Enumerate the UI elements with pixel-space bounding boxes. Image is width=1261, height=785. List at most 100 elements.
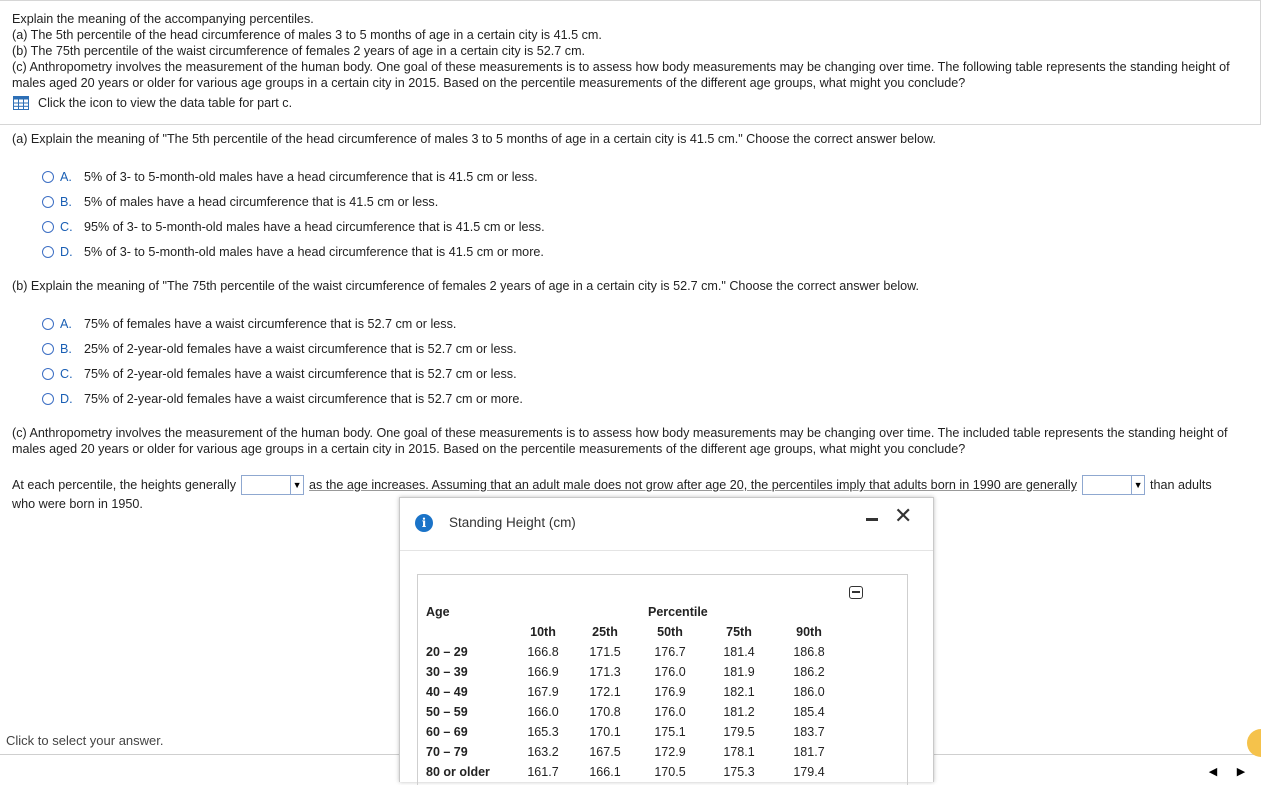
radio-button[interactable] [42, 393, 54, 405]
table-cell: 186.0 [793, 685, 825, 699]
table-cell: 170.1 [589, 725, 621, 739]
option-text: 5% of 3- to 5-month-old males have a hea… [84, 245, 544, 259]
row-age-label: 30 – 39 [426, 665, 468, 679]
fill-text-2: as the age increases. Assuming that an a… [309, 478, 1078, 492]
intro-line-1: Explain the meaning of the accompanying … [12, 12, 314, 26]
table-cell: 166.0 [527, 705, 559, 719]
option-text: 75% of 2-year-old females have a waist c… [84, 392, 523, 406]
next-arrow-icon[interactable]: ▶ [1232, 763, 1250, 781]
option-text: 75% of 2-year-old females have a waist c… [84, 367, 517, 381]
option-letter: A. [60, 170, 72, 184]
dropdown-arrow-icon[interactable]: ▼ [1131, 476, 1144, 494]
age-header: Age [426, 605, 450, 619]
table-cell: 161.7 [527, 765, 559, 779]
percentile-header: Percentile [648, 605, 708, 619]
trend-dropdown-value[interactable] [242, 476, 290, 494]
column-header: 75th [726, 625, 752, 639]
row-age-label: 20 – 29 [426, 645, 468, 659]
part-c-answer-sentence: At each percentile, the heights generall… [12, 475, 1212, 495]
part-a-option-b[interactable]: B. 5% of males have a head circumference … [42, 193, 438, 211]
table-cell: 181.9 [723, 665, 755, 679]
answer-hint: Click to select your answer. [6, 733, 164, 748]
dropdown-arrow-icon[interactable]: ▼ [290, 476, 303, 494]
radio-button[interactable] [42, 368, 54, 380]
table-cell: 186.2 [793, 665, 825, 679]
problem-statement: Explain the meaning of the accompanying … [12, 11, 1260, 91]
fill-text-4: who were born in 1950. [12, 497, 143, 511]
table-cell: 178.1 [723, 745, 755, 759]
table-cell: 181.4 [723, 645, 755, 659]
part-a-option-c[interactable]: C. 95% of 3- to 5-month-old males have a … [42, 218, 545, 236]
table-cell: 167.9 [527, 685, 559, 699]
part-b-option-b[interactable]: B. 25% of 2-year-old females have a waist… [42, 340, 517, 358]
table-cell: 170.8 [589, 705, 621, 719]
table-cell: 179.4 [793, 765, 825, 779]
option-letter: C. [60, 220, 73, 234]
column-header: 90th [796, 625, 822, 639]
popup-title: Standing Height (cm) [449, 515, 576, 530]
option-letter: D. [60, 392, 73, 406]
part-a-question: (a) Explain the meaning of "The 5th perc… [12, 132, 936, 146]
section-divider [0, 124, 1261, 125]
radio-button[interactable] [42, 196, 54, 208]
option-text: 5% of males have a head circumference th… [84, 195, 439, 209]
table-cell: 176.7 [654, 645, 686, 659]
table-cell: 185.4 [793, 705, 825, 719]
part-c-question: (c) Anthropometry involves the measureme… [12, 426, 1228, 456]
intro-line-c: (c) Anthropometry involves the measureme… [12, 60, 1230, 90]
radio-button[interactable] [42, 343, 54, 355]
radio-button[interactable] [42, 221, 54, 233]
column-header: 25th [592, 625, 618, 639]
question-navigation: ◀ ▶ [1204, 763, 1250, 781]
part-b-option-d[interactable]: D. 75% of 2-year-old females have a waist… [42, 390, 523, 408]
table-cell: 176.0 [654, 665, 686, 679]
table-cell: 166.1 [589, 765, 621, 779]
data-table-link[interactable]: Click the icon to view the data table fo… [13, 95, 292, 111]
option-text: 5% of 3- to 5-month-old males have a hea… [84, 170, 538, 184]
radio-button[interactable] [42, 171, 54, 183]
minimize-button[interactable] [866, 518, 878, 521]
table-cell: 182.1 [723, 685, 755, 699]
row-age-label: 80 or older [426, 765, 490, 779]
option-text: 25% of 2-year-old females have a waist c… [84, 342, 517, 356]
data-table-link-text[interactable]: Click the icon to view the data table fo… [38, 96, 292, 110]
table-cell: 175.3 [723, 765, 755, 779]
row-age-label: 60 – 69 [426, 725, 468, 739]
table-cell: 175.1 [654, 725, 686, 739]
standing-height-popup: i Standing Height (cm) ✕ Age Percentile … [399, 497, 934, 785]
trend-dropdown[interactable]: ▼ [241, 475, 305, 495]
part-b-option-a[interactable]: A. 75% of females have a waist circumfere… [42, 315, 456, 333]
table-cell: 186.8 [793, 645, 825, 659]
top-border [0, 0, 1261, 1]
grid-table-icon[interactable] [13, 96, 29, 110]
table-cell: 179.5 [723, 725, 755, 739]
copy-table-icon[interactable] [849, 586, 863, 599]
radio-button[interactable] [42, 318, 54, 330]
part-b-option-c[interactable]: C. 75% of 2-year-old females have a waist… [42, 365, 517, 383]
option-letter: B. [60, 195, 72, 209]
table-cell: 172.1 [589, 685, 621, 699]
help-badge-icon[interactable] [1247, 729, 1261, 757]
part-a-option-a[interactable]: A. 5% of 3- to 5-month-old males have a h… [42, 168, 538, 186]
table-cell: 171.3 [589, 665, 621, 679]
option-letter: A. [60, 317, 72, 331]
table-cell: 176.9 [654, 685, 686, 699]
column-header: 10th [530, 625, 556, 639]
table-cell: 176.0 [654, 705, 686, 719]
table-cell: 171.5 [589, 645, 621, 659]
previous-arrow-icon[interactable]: ◀ [1204, 763, 1222, 781]
table-cell: 166.9 [527, 665, 559, 679]
comparison-dropdown-value[interactable] [1083, 476, 1131, 494]
column-header: 50th [657, 625, 683, 639]
comparison-dropdown[interactable]: ▼ [1082, 475, 1146, 495]
part-a-option-d[interactable]: D. 5% of 3- to 5-month-old males have a h… [42, 243, 544, 261]
table-cell: 165.3 [527, 725, 559, 739]
option-letter: C. [60, 367, 73, 381]
popup-header: i Standing Height (cm) ✕ [400, 498, 933, 551]
table-cell: 172.9 [654, 745, 686, 759]
part-b-question: (b) Explain the meaning of "The 75th per… [12, 279, 920, 293]
close-button[interactable]: ✕ [894, 504, 912, 529]
table-cell: 166.8 [527, 645, 559, 659]
info-icon: i [415, 514, 433, 532]
radio-button[interactable] [42, 246, 54, 258]
